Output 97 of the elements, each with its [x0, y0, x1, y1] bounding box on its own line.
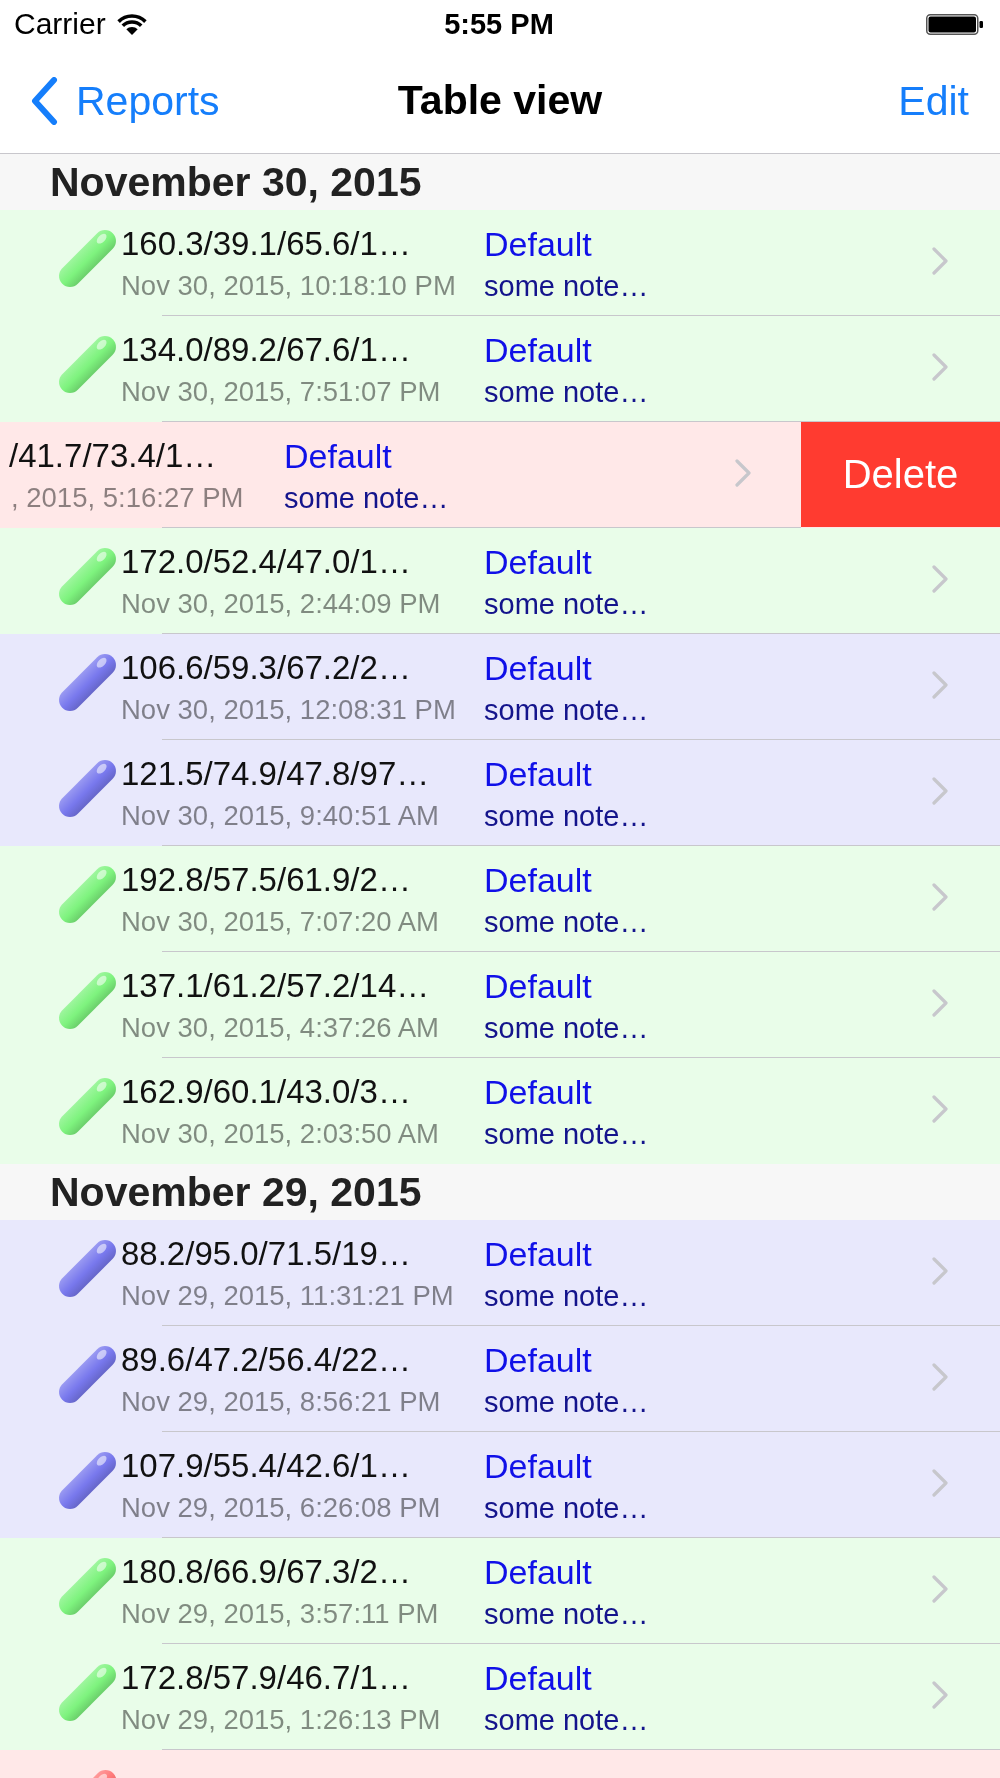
- reading-values: 192.8/57.5/61.9/2…: [121, 860, 411, 900]
- table-row[interactable]: 89.6/47.2/56.4/22… Nov 29, 2015, 8:56:21 PM Default some note…: [0, 1326, 1000, 1432]
- chevron-right-icon: [932, 353, 949, 381]
- chevron-right-icon: [932, 671, 949, 699]
- table-row[interactable]: 172.0/52.4/47.0/1… Nov 30, 2015, 2:44:09 PM Default some note…: [0, 528, 1000, 634]
- note-text: some note…: [484, 376, 649, 408]
- chevron-right-icon: [932, 883, 949, 911]
- note-text: some note…: [484, 906, 649, 938]
- profile-label: Default: [484, 224, 592, 264]
- reading-values: 172.8/57.9/46.7/1…: [121, 1658, 411, 1698]
- table-row[interactable]: 88.2/95.0/71.5/19… Nov 29, 2015, 11:31:21 PM Default some note…: [0, 1220, 1000, 1326]
- reading-values: 160.3/39.1/65.6/1…: [121, 224, 411, 264]
- profile-label: Default: [484, 1072, 592, 1112]
- table-row[interactable]: /41.7/73.4/1… , 2015, 5:16:27 PM Default some note… Delete: [0, 422, 1000, 528]
- note-text: some note…: [484, 1386, 649, 1418]
- delete-button[interactable]: Delete: [801, 422, 1000, 527]
- profile-label: Default: [484, 330, 592, 370]
- chevron-right-icon: [932, 247, 949, 275]
- table-row[interactable]: [0, 1750, 1000, 1778]
- profile-label: Default: [484, 542, 592, 582]
- chevron-right-icon: [932, 1095, 949, 1123]
- note-text: some note…: [484, 270, 649, 302]
- table-row[interactable]: 180.8/66.9/67.3/2… Nov 29, 2015, 3:57:11 PM Default some note…: [0, 1538, 1000, 1644]
- profile-label: Default: [484, 860, 592, 900]
- profile-label: Default: [284, 436, 392, 476]
- reading-values: 107.9/55.4/42.6/1…: [121, 1446, 411, 1486]
- timestamp: Nov 29, 2015, 6:26:08 PM: [121, 1492, 441, 1524]
- chevron-right-icon: [932, 1469, 949, 1497]
- time-label: 5:55 PM: [444, 8, 554, 40]
- back-button[interactable]: Reports: [31, 76, 220, 125]
- timestamp: , 2015, 5:16:27 PM: [11, 482, 244, 514]
- reading-values: 88.2/95.0/71.5/19…: [121, 1234, 411, 1274]
- timestamp: Nov 30, 2015, 12:08:31 PM: [121, 694, 456, 726]
- profile-label: Default: [484, 1552, 592, 1592]
- timestamp: Nov 30, 2015, 10:18:10 PM: [121, 270, 456, 302]
- chevron-right-icon: [932, 1575, 949, 1603]
- note-text: some note…: [284, 482, 449, 514]
- timestamp: Nov 30, 2015, 7:51:07 PM: [121, 376, 441, 408]
- chevron-right-icon: [932, 1257, 949, 1285]
- wifi-icon: [115, 13, 148, 35]
- table-row[interactable]: 160.3/39.1/65.6/1… Nov 30, 2015, 10:18:10 PM Default some note…: [0, 210, 1000, 316]
- reading-values: 162.9/60.1/43.0/3…: [121, 1072, 411, 1112]
- timestamp: Nov 30, 2015, 7:07:20 AM: [121, 906, 439, 938]
- chevron-right-icon: [932, 565, 949, 593]
- edit-button[interactable]: Edit: [898, 76, 969, 125]
- carrier-label: Carrier: [14, 7, 106, 41]
- reading-values: 180.8/66.9/67.3/2…: [121, 1552, 411, 1592]
- note-text: some note…: [484, 1704, 649, 1736]
- nav-title: Table view: [397, 77, 603, 124]
- chevron-left-icon: [31, 76, 58, 125]
- profile-label: Default: [484, 1340, 592, 1380]
- reading-values: 106.6/59.3/67.2/2…: [121, 648, 411, 688]
- note-text: some note…: [484, 800, 649, 832]
- chevron-right-icon: [932, 777, 949, 805]
- chevron-right-icon: [932, 1363, 949, 1391]
- profile-label: Default: [484, 648, 592, 688]
- table-row[interactable]: 137.1/61.2/57.2/14… Nov 30, 2015, 4:37:26 AM Default some note…: [0, 952, 1000, 1058]
- profile-label: Default: [484, 966, 592, 1006]
- chevron-right-icon: [735, 459, 752, 487]
- profile-label: Default: [484, 754, 592, 794]
- section-header: November 29, 2015: [0, 1164, 1000, 1220]
- reading-values: 89.6/47.2/56.4/22…: [121, 1340, 411, 1380]
- timestamp: Nov 30, 2015, 2:44:09 PM: [121, 588, 441, 620]
- note-text: some note…: [484, 694, 649, 726]
- profile-label: Default: [484, 1234, 592, 1274]
- timestamp: Nov 30, 2015, 9:40:51 AM: [121, 800, 439, 832]
- table-row[interactable]: 192.8/57.5/61.9/2… Nov 30, 2015, 7:07:20 AM Default some note…: [0, 846, 1000, 952]
- table-row[interactable]: 106.6/59.3/67.2/2… Nov 30, 2015, 12:08:31 PM Default some note…: [0, 634, 1000, 740]
- timestamp: Nov 29, 2015, 1:26:13 PM: [121, 1704, 441, 1736]
- table-row[interactable]: 107.9/55.4/42.6/1… Nov 29, 2015, 6:26:08 PM Default some note…: [0, 1432, 1000, 1538]
- table-row[interactable]: 134.0/89.2/67.6/1… Nov 30, 2015, 7:51:07 PM Default some note…: [0, 316, 1000, 422]
- battery-icon: [926, 13, 984, 35]
- chevron-right-icon: [932, 989, 949, 1017]
- note-text: some note…: [484, 1598, 649, 1630]
- reading-values: /41.7/73.4/1…: [9, 436, 217, 476]
- timestamp: Nov 29, 2015, 3:57:11 PM: [121, 1598, 439, 1630]
- timestamp: Nov 30, 2015, 2:03:50 AM: [121, 1118, 439, 1150]
- note-text: some note…: [484, 1280, 649, 1312]
- timestamp: Nov 29, 2015, 8:56:21 PM: [121, 1386, 441, 1418]
- note-text: some note…: [484, 1012, 649, 1044]
- reading-values: 137.1/61.2/57.2/14…: [121, 966, 430, 1006]
- table-row[interactable]: 172.8/57.9/46.7/1… Nov 29, 2015, 1:26:13 PM Default some note…: [0, 1644, 1000, 1750]
- table-row[interactable]: 162.9/60.1/43.0/3… Nov 30, 2015, 2:03:50 AM Default some note…: [0, 1058, 1000, 1164]
- profile-label: Default: [484, 1658, 592, 1698]
- chevron-right-icon: [932, 1681, 949, 1709]
- table-row[interactable]: 121.5/74.9/47.8/97… Nov 30, 2015, 9:40:51 AM Default some note…: [0, 740, 1000, 846]
- section-header: November 30, 2015: [0, 154, 1000, 210]
- reading-values: 121.5/74.9/47.8/97…: [121, 754, 430, 794]
- reading-values: 172.0/52.4/47.0/1…: [121, 542, 411, 582]
- note-text: some note…: [484, 1492, 649, 1524]
- pill-icon: [92, 1770, 116, 1778]
- reading-values: 134.0/89.2/67.6/1…: [121, 330, 411, 370]
- timestamp: Nov 30, 2015, 4:37:26 AM: [121, 1012, 439, 1044]
- timestamp: Nov 29, 2015, 11:31:21 PM: [121, 1280, 454, 1312]
- note-text: some note…: [484, 1118, 649, 1150]
- profile-label: Default: [484, 1446, 592, 1486]
- note-text: some note…: [484, 588, 649, 620]
